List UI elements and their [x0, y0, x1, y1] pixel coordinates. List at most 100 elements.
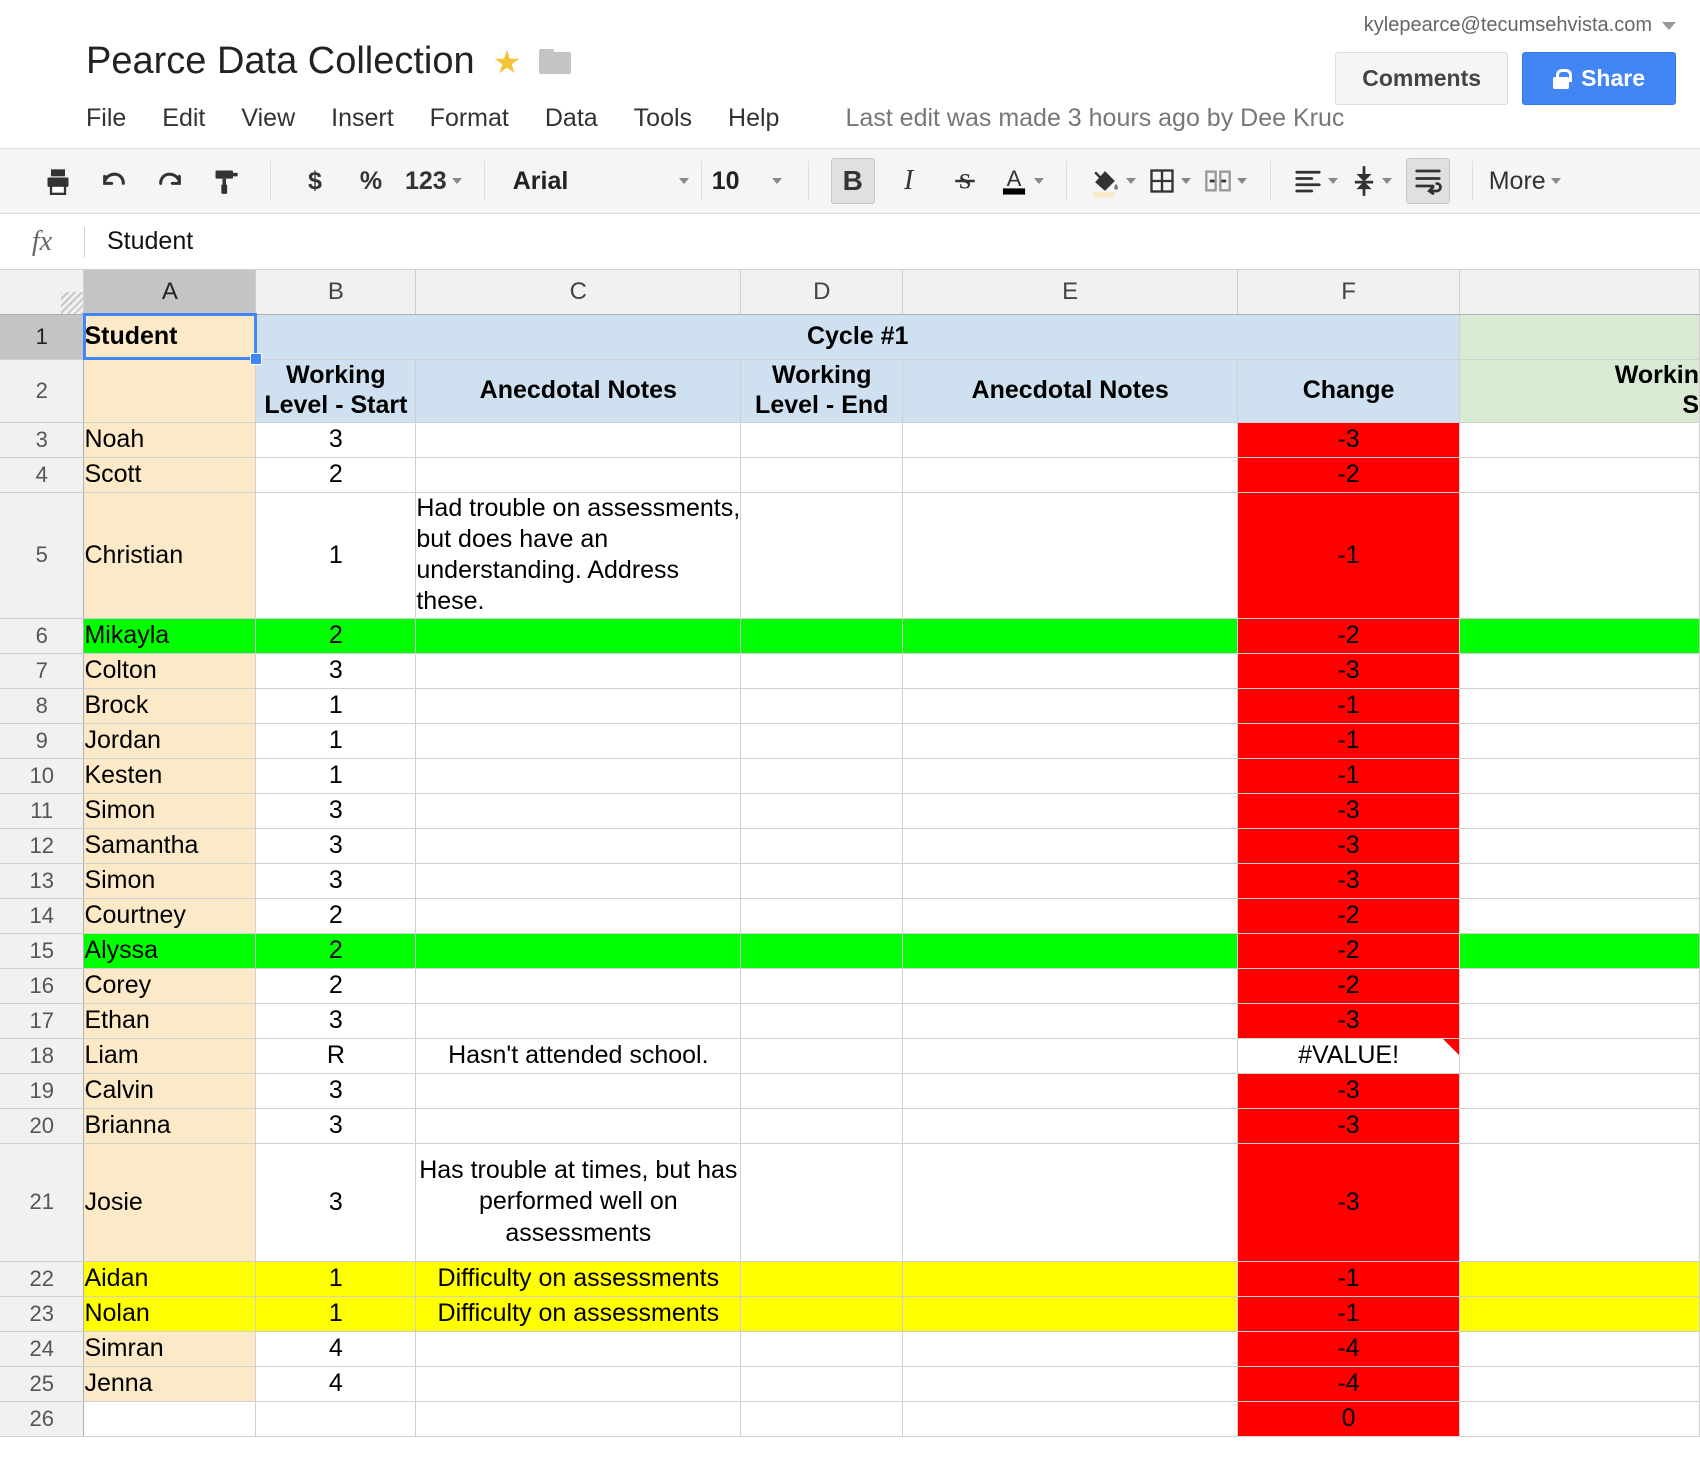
spreadsheet-grid[interactable]: A B C D E F 1 Student Cycle #1 2 Working Leve… [0, 270, 1700, 1437]
row-header-4[interactable]: 4 [0, 457, 85, 493]
cell-working-level-start[interactable]: 1 [255, 688, 417, 724]
cell-anecdotal-notes-end[interactable] [902, 1296, 1239, 1332]
cell-anecdotal-notes-start[interactable] [415, 1366, 742, 1402]
font-family-select[interactable]: Arial [501, 167, 701, 196]
align-left-icon[interactable] [1293, 158, 1338, 204]
cell-next-cycle[interactable] [1459, 1296, 1700, 1332]
cell-next-cycle[interactable] [1459, 1401, 1700, 1437]
page-title[interactable]: Pearce Data Collection [86, 40, 475, 83]
cell-change[interactable]: -1 [1237, 492, 1461, 619]
cell-next-cycle[interactable] [1459, 653, 1700, 689]
cell-working-level-end[interactable] [740, 1296, 904, 1332]
bold-button[interactable]: B [830, 158, 875, 204]
cell-working-level-start[interactable]: 2 [255, 618, 417, 654]
cell-anecdotal-notes-start[interactable]: Difficulty on assessments [415, 1261, 742, 1297]
cell-working-level-end[interactable] [740, 1108, 904, 1144]
cell-working-level-start[interactable]: 1 [255, 1296, 417, 1332]
chevron-down-icon[interactable] [771, 178, 782, 184]
cell-working-level-end[interactable] [740, 618, 904, 654]
cell-working-level-end[interactable] [740, 793, 904, 829]
cell-next-cycle[interactable] [1459, 863, 1700, 899]
chevron-down-icon[interactable] [1327, 178, 1338, 184]
cell-anecdotal-notes-end[interactable] [902, 1108, 1239, 1144]
cell-next-cycle[interactable] [1459, 1073, 1700, 1109]
cell-student-name[interactable]: Simon [83, 863, 257, 899]
cell-working-level-end[interactable] [740, 1003, 904, 1039]
cell-next-cycle[interactable] [1459, 968, 1700, 1004]
menu-item-format[interactable]: Format [412, 100, 527, 137]
cell-anecdotal-notes-end[interactable] [902, 758, 1239, 794]
cell-student-name[interactable]: Jordan [83, 723, 257, 759]
cell-change[interactable]: -1 [1237, 1296, 1461, 1332]
cell-working-level-end[interactable] [740, 492, 904, 619]
cell-working-level-end[interactable] [740, 457, 904, 493]
cell-d2-working-level-end[interactable]: Working Level - End [740, 359, 904, 423]
vertical-align-icon[interactable] [1350, 158, 1394, 204]
cell-working-level-end[interactable] [740, 898, 904, 934]
cell-working-level-start[interactable]: 3 [255, 828, 417, 864]
cell-anecdotal-notes-start[interactable] [415, 1331, 742, 1367]
account-menu[interactable]: kylepearce@tecumsehvista.com [1364, 14, 1676, 37]
cell-anecdotal-notes-end[interactable] [902, 863, 1239, 899]
cell-change[interactable]: -1 [1237, 688, 1461, 724]
cell-anecdotal-notes-start[interactable]: Has trouble at times, but has performed … [415, 1143, 742, 1262]
cell-change[interactable]: -3 [1237, 1003, 1461, 1039]
row-header-7[interactable]: 7 [0, 653, 85, 689]
cell-anecdotal-notes-end[interactable] [902, 1401, 1239, 1437]
cell-next-cycle[interactable] [1459, 1366, 1700, 1402]
number-format-button[interactable]: 123 [405, 158, 462, 204]
row-header-8[interactable]: 8 [0, 688, 85, 724]
cell-working-level-start[interactable]: 1 [255, 1261, 417, 1297]
row-header-19[interactable]: 19 [0, 1073, 85, 1109]
cell-a2[interactable] [83, 359, 257, 423]
row-header-2[interactable]: 2 [0, 359, 85, 423]
cell-student-name[interactable]: Simran [83, 1331, 257, 1367]
cell-anecdotal-notes-start[interactable] [415, 457, 742, 493]
formula-input[interactable]: Student [85, 227, 193, 256]
cell-working-level-start[interactable]: 3 [255, 1073, 417, 1109]
redo-icon[interactable] [148, 158, 192, 204]
cell-anecdotal-notes-end[interactable] [902, 1366, 1239, 1402]
cell-anecdotal-notes-end[interactable] [902, 653, 1239, 689]
cell-change[interactable]: -2 [1237, 457, 1461, 493]
chevron-down-icon[interactable] [1550, 178, 1561, 184]
cell-working-level-end[interactable] [740, 422, 904, 458]
cell-next-cycle[interactable] [1459, 933, 1700, 969]
cell-next-cycle[interactable] [1459, 422, 1700, 458]
row-header-15[interactable]: 15 [0, 933, 85, 969]
star-icon[interactable]: ★ [493, 43, 522, 81]
cell-working-level-end[interactable] [740, 758, 904, 794]
cell-anecdotal-notes-end[interactable] [902, 968, 1239, 1004]
currency-format-button[interactable]: $ [293, 158, 337, 204]
borders-icon[interactable] [1148, 158, 1192, 204]
cell-anecdotal-notes-end[interactable] [902, 1143, 1239, 1262]
cell-student-name[interactable]: Jenna [83, 1366, 257, 1402]
chevron-down-icon[interactable] [1181, 178, 1192, 184]
cell-anecdotal-notes-start[interactable] [415, 1108, 742, 1144]
cell-student-name[interactable]: Simon [83, 793, 257, 829]
cell-anecdotal-notes-start[interactable] [415, 1073, 742, 1109]
row-header-18[interactable]: 18 [0, 1038, 85, 1074]
cell-anecdotal-notes-start[interactable] [415, 968, 742, 1004]
cell-anecdotal-notes-end[interactable] [902, 492, 1239, 619]
cell-anecdotal-notes-end[interactable] [902, 1038, 1239, 1074]
cell-working-level-end[interactable] [740, 828, 904, 864]
cell-anecdotal-notes-end[interactable] [902, 828, 1239, 864]
cell-anecdotal-notes-end[interactable] [902, 1331, 1239, 1367]
cell-anecdotal-notes-end[interactable] [902, 793, 1239, 829]
cell-next-cycle[interactable] [1459, 1331, 1700, 1367]
cell-anecdotal-notes-start[interactable] [415, 758, 742, 794]
paint-format-icon[interactable] [204, 158, 248, 204]
last-edit-status[interactable]: Last edit was made 3 hours ago by Dee Kr… [845, 104, 1344, 133]
chevron-down-icon[interactable] [678, 178, 689, 184]
row-header-23[interactable]: 23 [0, 1296, 85, 1332]
cell-change[interactable]: -4 [1237, 1331, 1461, 1367]
italic-button[interactable]: I [887, 158, 931, 204]
cell-working-level-end[interactable] [740, 688, 904, 724]
merge-cells-icon[interactable] [1204, 158, 1248, 204]
menu-item-data[interactable]: Data [527, 100, 616, 137]
cell-student-name[interactable]: Noah [83, 422, 257, 458]
cell-working-level-start[interactable]: 1 [255, 723, 417, 759]
row-header-17[interactable]: 17 [0, 1003, 85, 1039]
cell-working-level-end[interactable] [740, 1401, 904, 1437]
